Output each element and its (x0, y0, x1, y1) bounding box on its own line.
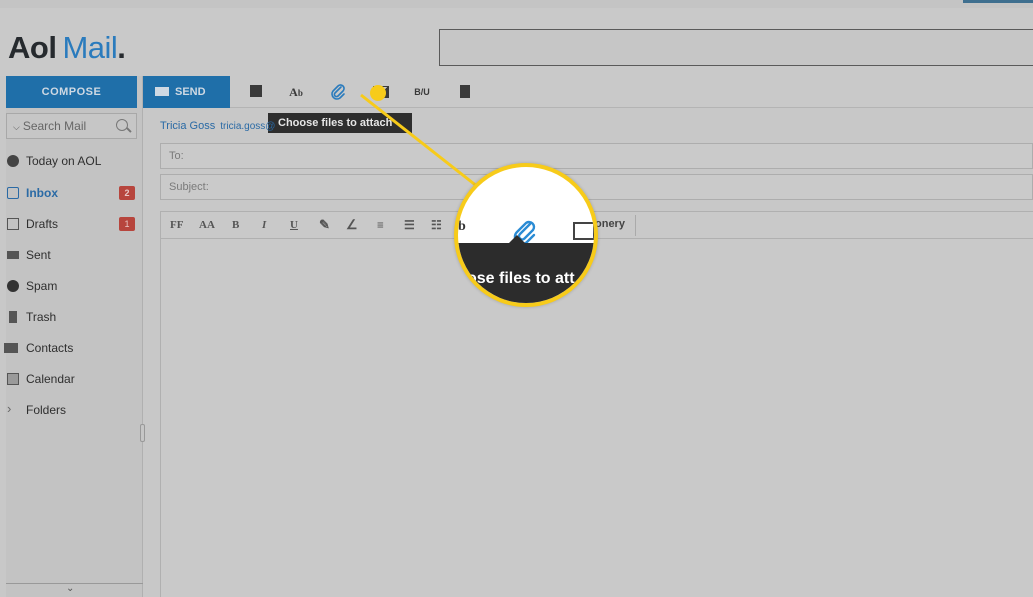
message-body-editor[interactable]: FF AA B I U ✎ ∠ ≡ ☰ ☷ (160, 211, 1033, 597)
logo-aol: Aol (8, 30, 57, 65)
sidebar-item-folders[interactable]: › Folders (6, 398, 137, 422)
send-envelope-icon (155, 86, 169, 96)
trash-icon (9, 311, 17, 323)
insert-image-icon (573, 222, 594, 240)
highlight-icon[interactable]: ∠ (346, 217, 358, 233)
sidebar-item-label: Contacts (26, 341, 74, 355)
format-divider (635, 215, 636, 236)
drafts-icon (7, 218, 19, 230)
sidebar-item-spam[interactable]: Spam (6, 274, 137, 298)
logo-mail: Mail (62, 30, 118, 65)
sent-icon (7, 251, 19, 259)
sidebar-collapse-bar[interactable]: ⌄ (6, 583, 143, 597)
inbox-icon (7, 187, 19, 199)
unread-badge: 2 (119, 186, 135, 200)
top-accent-bar (963, 0, 1033, 3)
top-strip (0, 0, 1033, 8)
compose-toolbar: SEND Ab B/U (143, 76, 1033, 108)
sidebar-item-label: Calendar (26, 372, 75, 386)
header: Aol Mail. (0, 8, 1033, 76)
italic-button[interactable]: I (262, 217, 266, 233)
search-mail-input[interactable]: ⌵ Search Mail (6, 113, 137, 139)
font-size-button[interactable]: AA (199, 217, 215, 233)
search-chevron-icon[interactable]: ⌵ (13, 122, 20, 132)
attach-icon[interactable] (329, 83, 347, 101)
sender-email: tricia.goss@ (220, 121, 276, 132)
from-address[interactable]: Tricia Goss tricia.goss@ (160, 120, 275, 132)
sidebar-item-label: Sent (26, 248, 51, 262)
sidebar-item-sent[interactable]: Sent (6, 243, 137, 267)
sidebar: COMPOSE ⌵ Search Mail Today on AOL Inbox … (4, 76, 143, 597)
contacts-icon (4, 343, 18, 353)
compose-button[interactable]: COMPOSE (6, 76, 137, 108)
send-button-label: SEND (175, 86, 206, 98)
callout-pin (370, 85, 386, 101)
save-icon[interactable] (247, 83, 265, 101)
pane-splitter-handle[interactable] (140, 424, 145, 442)
subject-field[interactable]: Subject: (160, 174, 1033, 200)
spam-icon (7, 280, 19, 292)
sidebar-item-label: Folders (26, 403, 67, 417)
search-mail-placeholder: Search Mail (22, 119, 87, 133)
text-color-icon[interactable]: ✎ (319, 217, 330, 233)
zoom-callout: b ose files to att (454, 163, 598, 307)
attach-tooltip: Choose files to attach (268, 113, 412, 133)
to-field-label: To: (169, 150, 184, 162)
aol-icon (7, 155, 19, 167)
underline-button[interactable]: U (290, 217, 298, 233)
top-search-input[interactable] (439, 29, 1033, 66)
sidebar-item-label: Spam (26, 279, 58, 293)
indent-icon[interactable]: ☷ (431, 217, 442, 233)
search-icon[interactable] (116, 119, 128, 131)
sidebar-item-trash[interactable]: Trash (6, 305, 137, 329)
align-left-icon[interactable]: ≡ (377, 217, 384, 233)
calendar-icon (7, 373, 19, 385)
sidebar-item-label: Drafts (26, 217, 59, 231)
drafts-badge: 1 (119, 217, 135, 231)
sidebar-item-calendar[interactable]: Calendar (6, 367, 137, 391)
font-family-button[interactable]: FF (170, 217, 183, 233)
delete-icon[interactable] (456, 83, 474, 101)
stationery-button[interactable]: onery (595, 218, 625, 230)
to-field[interactable]: To: (160, 143, 1033, 169)
sidebar-item-contacts[interactable]: Contacts (4, 336, 137, 360)
aol-mail-logo[interactable]: Aol Mail. (8, 30, 126, 66)
subject-field-label: Subject: (169, 181, 209, 193)
sidebar-item-inbox[interactable]: Inbox 2 (6, 181, 137, 205)
chevron-right-icon[interactable]: › (7, 401, 19, 416)
sidebar-item-drafts[interactable]: Drafts 1 (6, 212, 137, 236)
sidebar-item-today-on-aol[interactable]: Today on AOL (6, 149, 137, 173)
sender-name: Tricia Goss (160, 120, 216, 132)
numbered-list-icon[interactable]: ☰ (404, 217, 415, 233)
sidebar-item-label: Today on AOL (26, 154, 102, 168)
send-button[interactable]: SEND (143, 76, 230, 108)
sidebar-item-label: Inbox (26, 186, 58, 200)
chevron-down-icon[interactable]: ⌄ (66, 583, 74, 594)
spellcheck-icon[interactable]: Ab (287, 83, 305, 101)
spellcheck-icon: b (458, 219, 466, 234)
text-format-icon[interactable]: B/U (413, 83, 431, 101)
sidebar-item-label: Trash (26, 310, 57, 324)
logo-dot: . (117, 30, 126, 65)
zoomed-tooltip-text: ose files to att (467, 270, 575, 287)
bold-button[interactable]: B (232, 217, 239, 233)
